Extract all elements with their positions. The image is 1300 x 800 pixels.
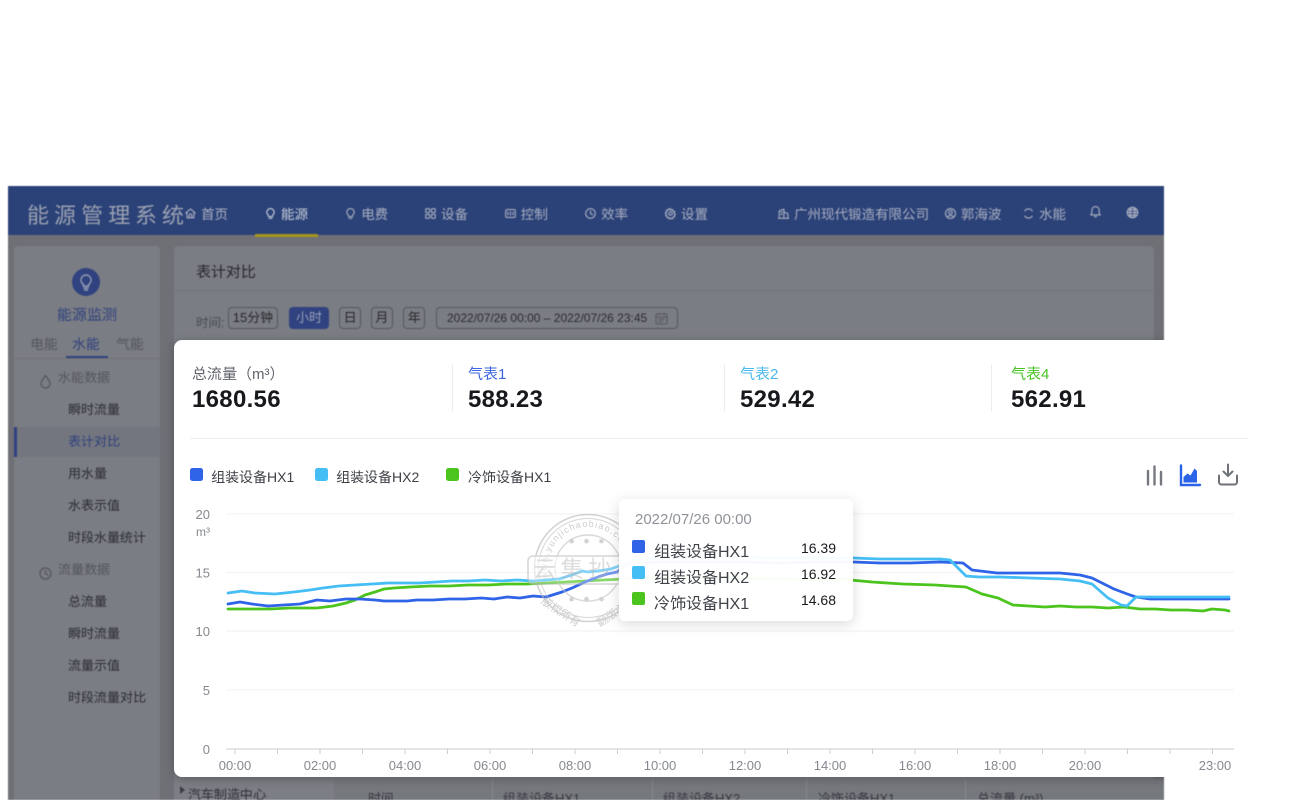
svg-text:16:00: 16:00: [899, 758, 932, 773]
svg-text:10:00: 10:00: [644, 758, 677, 773]
svg-text:✸ ✸ ✸: ✸ ✸ ✸: [568, 537, 608, 546]
svg-text:18:00: 18:00: [984, 758, 1017, 773]
svg-text:14:00: 14:00: [814, 758, 847, 773]
svg-text:04:00: 04:00: [389, 758, 422, 773]
svg-text:02:00: 02:00: [304, 758, 337, 773]
svg-text:20:00: 20:00: [1069, 758, 1102, 773]
svg-text:10: 10: [196, 624, 210, 639]
svg-text:0: 0: [203, 742, 210, 757]
svg-text:23:00: 23:00: [1199, 758, 1232, 773]
svg-text:20: 20: [196, 507, 210, 522]
svg-text:12:00: 12:00: [729, 758, 762, 773]
svg-text:00:00: 00:00: [219, 758, 252, 773]
svg-text:5: 5: [203, 683, 210, 698]
svg-text:15: 15: [196, 566, 210, 581]
svg-text:m³: m³: [196, 525, 210, 539]
svg-text:06:00: 06:00: [474, 758, 507, 773]
svg-text:08:00: 08:00: [559, 758, 592, 773]
svg-text:✸ ✸ ✸: ✸ ✸ ✸: [568, 595, 608, 604]
